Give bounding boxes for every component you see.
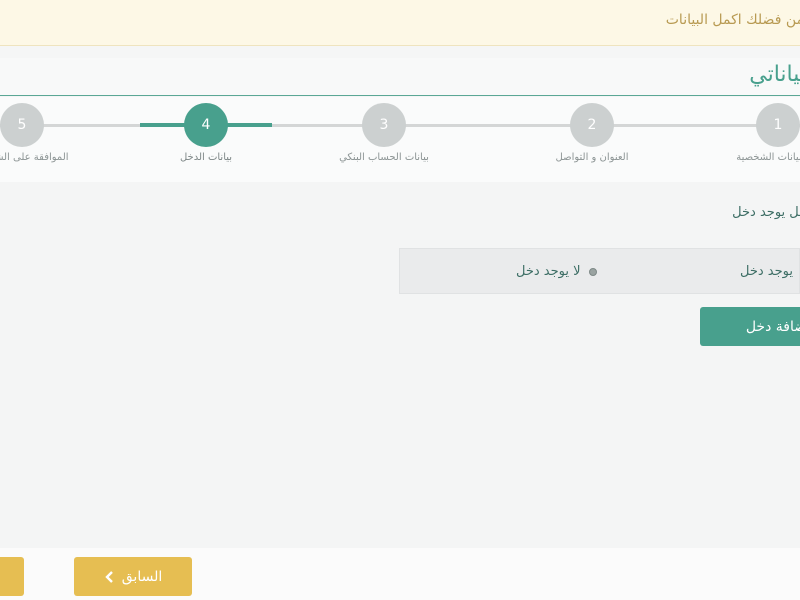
next-button[interactable]	[0, 557, 24, 596]
radio-has-income-label: يوجد دخل	[740, 264, 793, 279]
step-label-4: بيانات الدخل	[179, 152, 233, 163]
income-question-label: هل يوجد دخل	[732, 205, 800, 220]
wizard-step-5[interactable]: 5	[0, 103, 44, 147]
add-income-button[interactable]: إضافة دخل	[700, 307, 800, 346]
radio-no-income-label: لا يوجد دخل	[516, 264, 581, 279]
radio-has-income[interactable]: يوجد دخل	[740, 264, 800, 279]
wizard-step-2[interactable]: 2	[570, 103, 614, 147]
page-header: بياناتي	[0, 58, 800, 96]
wizard-steps: 1 البيانات الشخصية 2 العنوان و التواصل 3…	[0, 97, 800, 182]
step-number: 4	[201, 117, 211, 133]
step-label-3: بيانات الحساب البنكي	[339, 152, 429, 163]
income-radio-group: يوجد دخل لا يوجد دخل	[399, 248, 800, 294]
radio-no-income[interactable]: لا يوجد دخل	[516, 264, 597, 279]
previous-button[interactable]: السابق	[74, 557, 192, 596]
radio-circle-icon[interactable]	[588, 267, 597, 276]
step-number: 2	[587, 117, 597, 133]
alert-text: من فضلك اكمل البيانات	[665, 12, 800, 28]
step-number: 1	[773, 117, 783, 133]
previous-label: السابق	[121, 568, 163, 585]
chevron-left-icon	[105, 570, 113, 583]
alert-banner: من فضلك اكمل البيانات	[0, 0, 800, 46]
add-income-label: إضافة دخل	[745, 318, 800, 335]
wizard-step-4[interactable]: 4	[184, 103, 228, 147]
step-label-1: البيانات الشخصية	[736, 152, 800, 163]
page-title: بياناتي	[749, 62, 800, 87]
step-label-5: الموافقة على الشروط	[0, 152, 69, 163]
step-number: 3	[379, 117, 389, 133]
step-number: 5	[17, 117, 27, 133]
wizard-step-1[interactable]: 1	[756, 103, 800, 147]
step-label-2: العنوان و التواصل	[555, 152, 629, 163]
wizard-step-3[interactable]: 3	[362, 103, 406, 147]
